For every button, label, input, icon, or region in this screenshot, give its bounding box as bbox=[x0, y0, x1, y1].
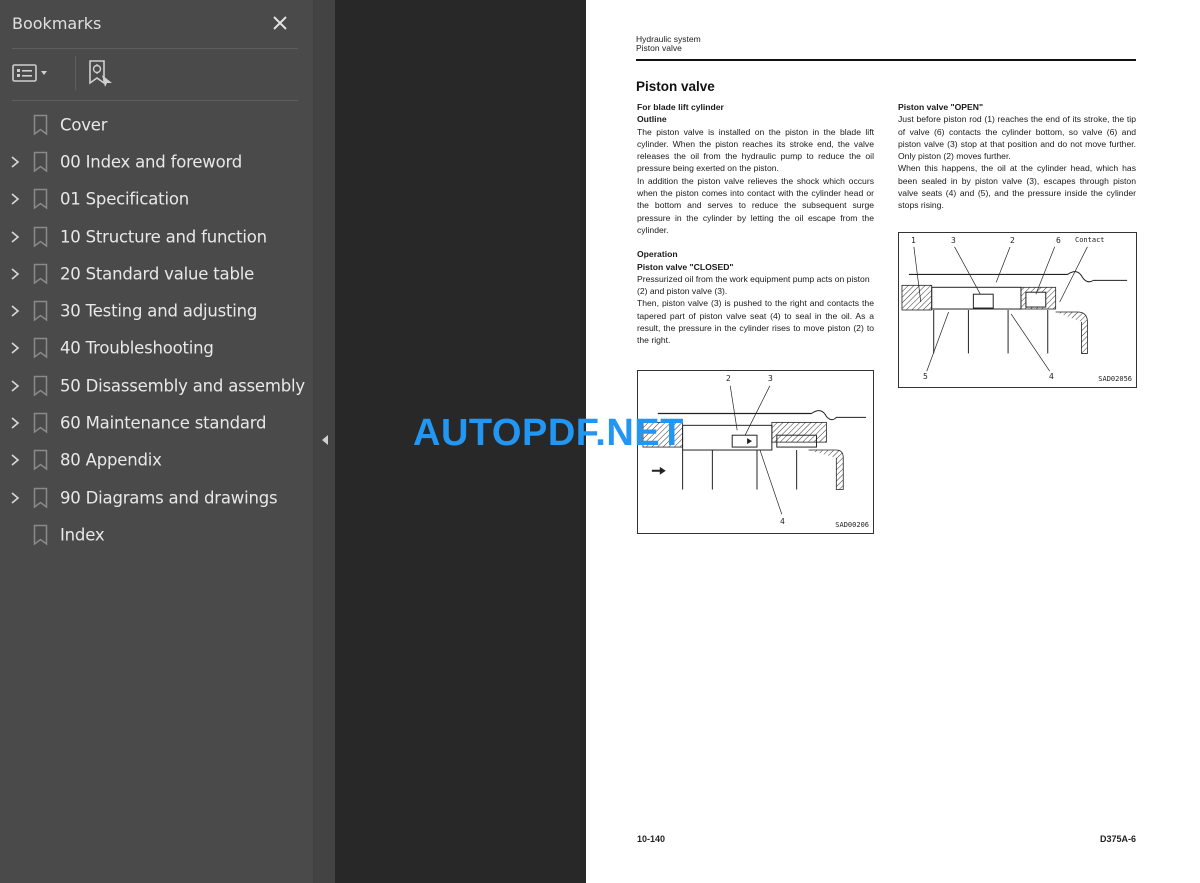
figure-label: 2 bbox=[1010, 236, 1015, 245]
bookmark-label: 10 Structure and function bbox=[60, 227, 267, 247]
bookmark-icon bbox=[33, 188, 48, 210]
right-column: Piston valve "OPEN" Just before piston r… bbox=[898, 101, 1136, 212]
closed-paragraph-1: Pressurized oil from the work equipment … bbox=[637, 273, 870, 297]
bookmark-item[interactable]: 10 Structure and function bbox=[0, 218, 313, 255]
closed-paragraph-2: Then, piston valve (3) is pushed to the … bbox=[637, 298, 874, 346]
open-heading: Piston valve "OPEN" bbox=[898, 102, 984, 112]
header-rule bbox=[636, 59, 1136, 61]
chevron-right-icon[interactable] bbox=[9, 341, 21, 355]
figure-code: SAD02056 bbox=[1098, 375, 1132, 383]
collapse-left-icon bbox=[322, 435, 328, 445]
closed-heading: Piston valve "CLOSED" bbox=[637, 261, 734, 272]
left-column: For blade lift cylinder Outline The pist… bbox=[637, 101, 874, 347]
chevron-right-icon[interactable] bbox=[9, 230, 21, 244]
bookmark-label: 01 Specification bbox=[60, 189, 189, 209]
bookmark-label: 50 Disassembly and assembly bbox=[60, 376, 305, 396]
bookmark-item[interactable]: 20 Standard value table bbox=[0, 255, 313, 292]
figure-label: 1 bbox=[911, 236, 916, 245]
figure-code: SAD00206 bbox=[835, 521, 869, 529]
figure-label: 2 bbox=[726, 374, 731, 383]
bookmark-item[interactable]: 40 Troubleshooting bbox=[0, 330, 313, 367]
valve-open-diagram bbox=[901, 246, 1128, 372]
collapse-panel-button[interactable] bbox=[320, 432, 330, 448]
bookmark-icon bbox=[33, 524, 48, 546]
bookmark-item[interactable]: 50 Disassembly and assembly bbox=[0, 367, 313, 404]
header-subsection: Piston valve bbox=[636, 43, 682, 53]
panel-splitter[interactable] bbox=[313, 0, 335, 883]
chevron-right-icon[interactable] bbox=[9, 491, 21, 505]
figure-label: 6 bbox=[1056, 236, 1061, 245]
bookmark-item[interactable]: 60 Maintenance standard bbox=[0, 404, 313, 441]
close-icon[interactable] bbox=[270, 12, 290, 34]
bookmark-item[interactable]: 80 Appendix bbox=[0, 442, 313, 479]
page-title: Piston valve bbox=[636, 79, 715, 94]
bookmark-icon bbox=[33, 337, 48, 359]
chevron-right-icon[interactable] bbox=[9, 155, 21, 169]
bookmarks-title: Bookmarks bbox=[12, 14, 102, 33]
bookmark-item[interactable]: Index bbox=[0, 516, 313, 553]
pdf-page: Hydraulic system Piston valve Piston val… bbox=[586, 0, 1200, 883]
bookmark-list: Cover 00 Index and foreword 01 Specificati… bbox=[0, 106, 313, 554]
bookmarks-panel: Bookmarks Cover 00 Index and foreword 01… bbox=[0, 0, 313, 883]
operation-heading: Operation bbox=[637, 249, 678, 260]
bookmark-icon bbox=[33, 487, 48, 509]
bookmark-label: 00 Index and foreword bbox=[60, 152, 243, 172]
outline-paragraph-2: In addition the piston valve relieves th… bbox=[637, 175, 874, 235]
outline-heading: Outline bbox=[637, 114, 667, 125]
bookmark-label: Index bbox=[60, 525, 105, 545]
chevron-right-icon[interactable] bbox=[9, 416, 21, 430]
open-paragraph-1: Just before piston rod (1) reaches the e… bbox=[898, 114, 1136, 162]
bookmark-icon bbox=[33, 114, 48, 136]
figure-label: 4 bbox=[780, 517, 785, 526]
outline-paragraph-1: The piston valve is installed on the pis… bbox=[637, 126, 874, 174]
bookmark-icon bbox=[33, 375, 48, 397]
bookmark-icon bbox=[33, 412, 48, 434]
figure-label: 4 bbox=[1049, 372, 1054, 381]
find-current-bookmark-icon bbox=[89, 60, 112, 87]
bookmark-item[interactable]: Cover bbox=[0, 106, 313, 143]
figure-valve-closed: 2 3 4 SAD00206 bbox=[637, 370, 874, 534]
figure-label: Contact bbox=[1075, 236, 1105, 244]
toolbar-separator bbox=[75, 56, 76, 90]
chevron-right-icon[interactable] bbox=[9, 379, 21, 393]
figure-label: 3 bbox=[768, 374, 773, 383]
bookmark-icon bbox=[33, 449, 48, 471]
header-divider bbox=[12, 48, 298, 49]
chevron-right-icon[interactable] bbox=[9, 267, 21, 281]
bookmark-label: 20 Standard value table bbox=[60, 264, 255, 284]
figure-label: 5 bbox=[923, 372, 928, 381]
list-options-button[interactable] bbox=[12, 62, 54, 84]
subtitle: For blade lift cylinder bbox=[637, 102, 724, 112]
bookmark-label: 30 Testing and adjusting bbox=[60, 301, 258, 321]
chevron-right-icon[interactable] bbox=[9, 192, 21, 206]
list-options-icon bbox=[12, 64, 47, 82]
page-number: 10-140 bbox=[637, 834, 666, 844]
bookmark-label: Cover bbox=[60, 115, 108, 135]
figure-label: 3 bbox=[951, 236, 956, 245]
toolbar-divider bbox=[12, 100, 298, 101]
find-current-bookmark-button[interactable] bbox=[88, 59, 114, 87]
bookmark-label: 90 Diagrams and drawings bbox=[60, 488, 278, 508]
bookmark-icon bbox=[33, 151, 48, 173]
bookmarks-toolbar bbox=[12, 56, 298, 90]
bookmarks-header: Bookmarks bbox=[12, 12, 298, 36]
bookmark-icon bbox=[33, 263, 48, 285]
bookmark-icon bbox=[33, 226, 48, 248]
bookmark-item[interactable]: 90 Diagrams and drawings bbox=[0, 479, 313, 516]
bookmark-label: 60 Maintenance standard bbox=[60, 413, 267, 433]
bookmark-item[interactable]: 00 Index and foreword bbox=[0, 143, 313, 180]
chevron-right-icon[interactable] bbox=[9, 453, 21, 467]
page-running-header: Hydraulic system Piston valve bbox=[636, 35, 701, 53]
bookmark-item[interactable]: 01 Specification bbox=[0, 181, 313, 218]
bookmark-item[interactable]: 30 Testing and adjusting bbox=[0, 292, 313, 329]
bookmark-icon bbox=[33, 300, 48, 322]
figure-valve-open: 1 3 2 6 Contact 5 4 SAD02056 bbox=[898, 232, 1137, 388]
bookmark-label: 80 Appendix bbox=[60, 450, 162, 470]
bookmark-label: 40 Troubleshooting bbox=[60, 338, 214, 358]
open-paragraph-2: When this happens, the oil at the cylind… bbox=[898, 163, 1136, 211]
model-code: D375A-6 bbox=[1099, 834, 1136, 844]
chevron-right-icon[interactable] bbox=[9, 304, 21, 318]
valve-closed-diagram bbox=[642, 385, 867, 515]
